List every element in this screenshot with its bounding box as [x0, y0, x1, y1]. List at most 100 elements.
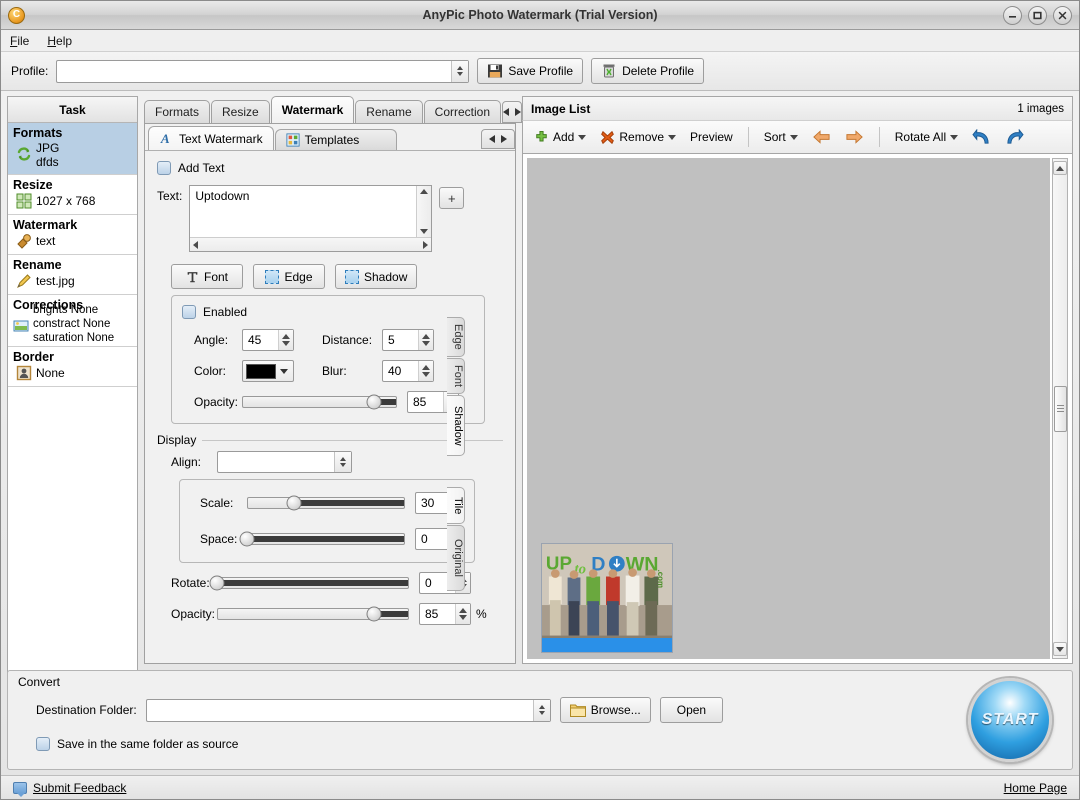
side-tab-shadow[interactable]: Shadow — [447, 394, 465, 457]
move-right-button[interactable] — [840, 126, 869, 148]
add-image-button[interactable]: Add — [529, 127, 591, 148]
align-value[interactable] — [218, 452, 334, 472]
scroll-up-icon[interactable] — [1053, 161, 1067, 175]
font-button[interactable]: Font — [171, 264, 243, 289]
rotate-ccw-button[interactable] — [967, 126, 996, 149]
shadow-blur-spinner[interactable]: 40 — [382, 360, 434, 382]
start-button[interactable]: START — [968, 678, 1052, 762]
shadow-distance-stepper[interactable] — [418, 330, 433, 350]
image-thumbnail-area[interactable]: UP to D WN .com — [527, 158, 1050, 659]
save-profile-button[interactable]: Save Profile — [477, 58, 584, 84]
sidebar-item-border[interactable]: Border None — [8, 347, 137, 387]
profile-combobox[interactable] — [56, 59, 470, 83]
side-tab-tile[interactable]: Tile — [447, 487, 465, 525]
sort-button[interactable]: Sort — [759, 127, 803, 147]
shadow-enabled-row[interactable]: Enabled — [182, 305, 474, 319]
edge-button[interactable]: Edge — [253, 264, 325, 289]
shadow-distance-spinner[interactable]: 5 — [382, 329, 434, 351]
maximize-icon[interactable] — [1028, 5, 1047, 25]
tab-watermark[interactable]: Watermark — [270, 96, 355, 123]
subtabstrip-nav-arrows[interactable] — [481, 129, 515, 149]
display-opacity-value[interactable]: 85 — [420, 604, 455, 624]
chevron-down-icon[interactable] — [280, 368, 288, 374]
remove-dropdown-caret-icon[interactable] — [668, 134, 677, 140]
scale-slider[interactable] — [247, 495, 405, 511]
space-value[interactable]: 0 — [416, 529, 448, 549]
tab-prev-icon[interactable] — [503, 108, 510, 116]
tabstrip-nav-arrows[interactable] — [502, 101, 523, 123]
scroll-left-icon[interactable] — [193, 240, 199, 249]
shadow-enabled-checkbox[interactable] — [182, 305, 196, 319]
align-combobox[interactable] — [217, 451, 352, 473]
add-watermark-button[interactable]: + — [439, 187, 465, 209]
watermark-text-vscrollbar[interactable] — [416, 186, 432, 237]
destination-dropdown-arrows[interactable] — [532, 699, 550, 721]
add-text-row[interactable]: Add Text — [157, 161, 503, 175]
shadow-opacity-value[interactable]: 85 — [408, 392, 443, 412]
side-tab-font[interactable]: Font — [447, 357, 465, 394]
side-tab-edge[interactable]: Edge — [447, 317, 465, 357]
tab-rename[interactable]: Rename — [355, 100, 423, 123]
sidebar-item-watermark[interactable]: Watermark text — [8, 215, 137, 255]
align-dropdown-arrows[interactable] — [334, 452, 351, 472]
destination-folder-input[interactable] — [147, 700, 533, 721]
scale-value[interactable]: 30 — [416, 493, 448, 513]
save-same-folder-checkbox[interactable] — [36, 737, 50, 751]
space-slider[interactable] — [239, 531, 405, 547]
rotate-all-button[interactable]: Rotate All — [890, 127, 963, 147]
subtab-next-icon[interactable] — [501, 135, 507, 143]
shadow-blur-stepper[interactable] — [418, 361, 433, 381]
display-opacity-slider[interactable] — [217, 606, 409, 622]
move-left-button[interactable] — [807, 126, 836, 148]
sidebar-item-resize[interactable]: Resize 1027 x 768 — [8, 175, 137, 215]
scroll-right-icon[interactable] — [423, 240, 429, 249]
scroll-up-icon[interactable] — [420, 189, 429, 194]
add-text-checkbox[interactable] — [157, 161, 171, 175]
rotate-slider[interactable] — [209, 575, 409, 591]
submit-feedback-link[interactable]: Submit Feedback — [33, 781, 126, 795]
home-page-link[interactable]: Home Page — [1004, 781, 1067, 795]
sidebar-item-rename[interactable]: Rename test.jpg — [8, 255, 137, 295]
watermark-text-hscrollbar[interactable] — [190, 237, 432, 251]
list-item[interactable]: UP to D WN .com — [541, 543, 673, 653]
tab-correction[interactable]: Correction — [423, 100, 502, 123]
shadow-angle-value[interactable]: 45 — [243, 330, 278, 350]
menu-help[interactable]: Help — [47, 34, 72, 48]
browse-button[interactable]: Browse... — [559, 697, 651, 723]
sidebar-item-corrections[interactable]: Corrections brights None constract None … — [8, 295, 137, 347]
shadow-color-picker[interactable] — [242, 360, 294, 382]
display-opacity-stepper[interactable] — [455, 604, 470, 624]
sidebar-item-formats[interactable]: Formats JPG dfds — [8, 123, 137, 175]
shadow-opacity-slider[interactable] — [242, 394, 397, 410]
minimize-icon[interactable] — [1003, 5, 1022, 25]
watermark-text-input[interactable]: Uptodown — [190, 186, 416, 237]
rotate-cw-button[interactable] — [1000, 126, 1029, 149]
preview-button[interactable]: Preview — [685, 127, 738, 147]
shadow-angle-spinner[interactable]: 45 — [242, 329, 294, 351]
open-button[interactable]: Open — [659, 697, 724, 723]
shadow-angle-stepper[interactable] — [278, 330, 293, 350]
image-list-scrollbar[interactable] — [1052, 158, 1068, 659]
add-dropdown-caret-icon[interactable] — [578, 134, 587, 140]
shadow-distance-value[interactable]: 5 — [383, 330, 418, 350]
shadow-blur-value[interactable]: 40 — [383, 361, 418, 381]
sort-dropdown-caret-icon[interactable] — [789, 134, 798, 140]
subtab-prev-icon[interactable] — [489, 135, 495, 143]
remove-image-button[interactable]: Remove — [595, 127, 681, 148]
menu-file[interactable]: FFileile — [10, 34, 29, 48]
save-same-folder-row[interactable]: Save in the same folder as source — [36, 737, 1062, 751]
profile-input[interactable] — [57, 61, 451, 82]
subtab-text-watermark[interactable]: A Text Watermark — [148, 126, 274, 150]
profile-dropdown-arrows[interactable] — [451, 60, 469, 82]
tab-formats[interactable]: Formats — [144, 100, 211, 123]
side-tab-original[interactable]: Original — [447, 525, 465, 592]
scroll-down-icon[interactable] — [420, 229, 429, 234]
shadow-button[interactable]: Shadow — [335, 264, 418, 289]
tab-next-icon[interactable] — [515, 108, 522, 116]
destination-folder-combobox[interactable] — [145, 698, 551, 722]
delete-profile-button[interactable]: Delete Profile — [591, 58, 705, 84]
display-opacity-spinner[interactable]: 85 — [419, 603, 471, 625]
rotate-all-dropdown-caret-icon[interactable] — [950, 134, 959, 140]
scrollbar-thumb[interactable] — [1053, 385, 1067, 432]
scroll-down-icon[interactable] — [1053, 642, 1067, 656]
